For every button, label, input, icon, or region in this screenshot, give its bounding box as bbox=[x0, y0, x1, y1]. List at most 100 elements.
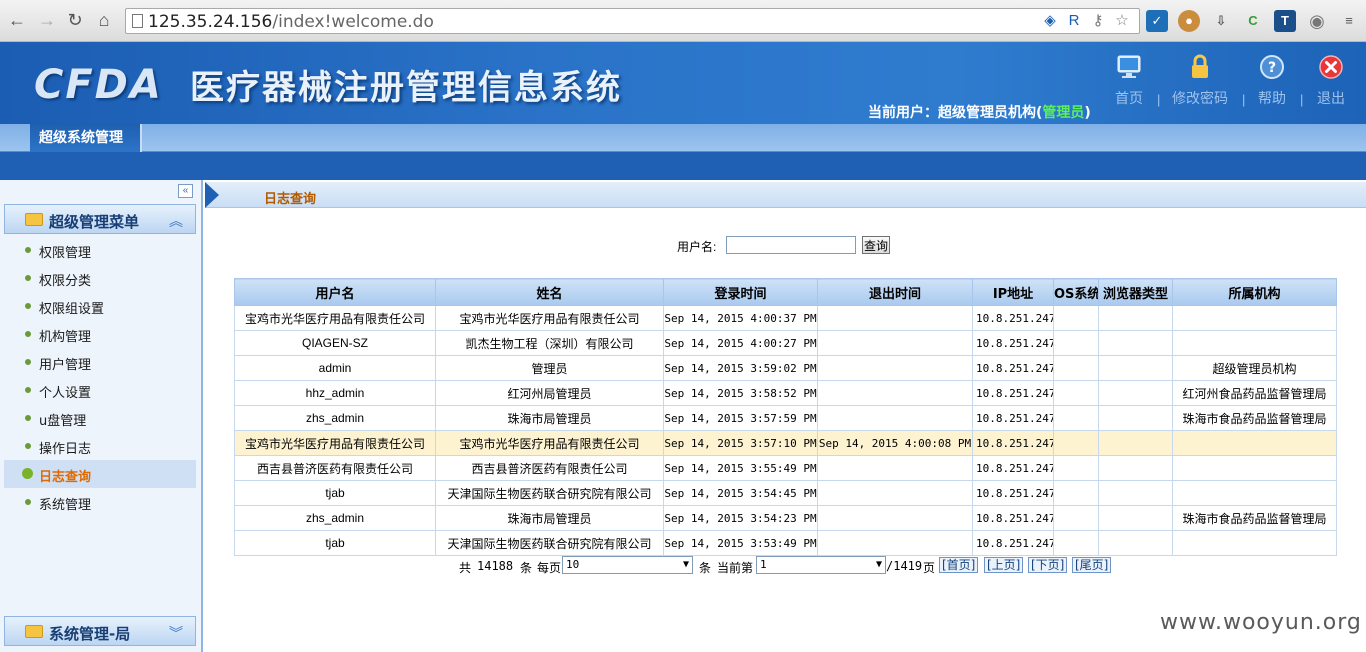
table-cell: 珠海市食品药品监督管理局 bbox=[1172, 405, 1337, 431]
menu-header-system-bureau[interactable]: 系统管理-局 ︾ bbox=[4, 616, 196, 646]
sidebar-item-permission-group[interactable]: 权限组设置 bbox=[4, 292, 196, 320]
table-row[interactable]: hhz_admin 红河州局管理员 Sep 14, 2015 3:58:52 PM 1… bbox=[234, 380, 1337, 406]
table-cell: Sep 14, 2015 3:59:02 PM bbox=[663, 355, 818, 381]
change-password-link[interactable]: 修改密码 bbox=[1166, 54, 1234, 108]
table-cell: Sep 14, 2015 3:54:23 PM bbox=[663, 505, 818, 531]
extension-check-icon[interactable]: ✓ bbox=[1146, 10, 1168, 32]
table-row[interactable]: tjab 天津国际生物医药联合研究院有限公司 Sep 14, 2015 3:53:4… bbox=[234, 530, 1337, 556]
next-page-button[interactable]: [下页] bbox=[1028, 557, 1068, 573]
menu-circle-icon[interactable]: ◉ bbox=[1306, 10, 1328, 32]
prev-page-button[interactable]: [上页] bbox=[984, 557, 1024, 573]
watermark: www.wooyun.org bbox=[1160, 610, 1362, 635]
table-cell bbox=[1098, 380, 1173, 406]
back-arrow-icon[interactable]: ← bbox=[6, 9, 28, 31]
r-extension-icon[interactable]: R bbox=[1065, 12, 1083, 30]
download-icon[interactable]: ⇩ bbox=[1210, 10, 1232, 32]
column-header[interactable]: OS系统 bbox=[1053, 278, 1099, 306]
per-page-select[interactable]: 10 ▼ bbox=[562, 556, 693, 574]
table-cell bbox=[1053, 480, 1099, 506]
column-header[interactable]: 退出时间 bbox=[817, 278, 973, 306]
table-cell bbox=[1172, 430, 1337, 456]
page-total: /1419 bbox=[886, 559, 923, 573]
tab-super-system-admin[interactable]: 超级系统管理 bbox=[30, 124, 142, 152]
table-cell: 10.8.251.247 bbox=[972, 430, 1054, 456]
table-row[interactable]: zhs_admin 珠海市局管理员 Sep 14, 2015 3:54:23 PM 1… bbox=[234, 505, 1337, 531]
column-header[interactable]: IP地址 bbox=[972, 278, 1054, 306]
sidebar-item-usb-management[interactable]: u盘管理 bbox=[4, 404, 196, 432]
table-cell bbox=[1098, 455, 1173, 481]
table-cell: Sep 14, 2015 4:00:37 PM bbox=[663, 305, 818, 331]
cookie-icon[interactable]: ● bbox=[1178, 10, 1200, 32]
sidebar-item-user-management[interactable]: 用户管理 bbox=[4, 348, 196, 376]
chevron-up-icon: ︽ bbox=[169, 213, 183, 229]
table-row[interactable]: admin 管理员 Sep 14, 2015 3:59:02 PM 10.8.251.… bbox=[234, 355, 1337, 381]
sidebar-item-operation-log[interactable]: 操作日志 bbox=[4, 432, 196, 460]
table-cell: 10.8.251.247 bbox=[972, 380, 1054, 406]
sidebar-item-permission-category[interactable]: 权限分类 bbox=[4, 264, 196, 292]
shield-icon[interactable]: ◈ bbox=[1041, 12, 1059, 30]
table-cell bbox=[1172, 330, 1337, 356]
table-cell: 珠海市局管理员 bbox=[435, 405, 664, 431]
last-page-button[interactable]: [尾页] bbox=[1072, 557, 1112, 573]
table-cell: hhz_admin bbox=[234, 380, 436, 406]
bullet-icon bbox=[25, 275, 31, 281]
column-header[interactable]: 浏览器类型 bbox=[1098, 278, 1173, 306]
folder-icon bbox=[25, 213, 43, 226]
current-page-select[interactable]: 1 ▼ bbox=[756, 556, 886, 574]
sidebar-item-system-management[interactable]: 系统管理 bbox=[4, 488, 196, 516]
table-row[interactable]: 宝鸡市光华医疗用品有限责任公司 宝鸡市光华医疗用品有限责任公司 Sep 14, 20… bbox=[234, 305, 1337, 331]
column-header[interactable]: 登录时间 bbox=[663, 278, 818, 306]
table-cell bbox=[817, 505, 973, 531]
dropdown-arrow-icon: ▼ bbox=[875, 559, 882, 570]
tab-strip: 超级系统管理 bbox=[0, 124, 1366, 152]
table-cell bbox=[1053, 530, 1099, 556]
collapse-sidebar-button[interactable]: « bbox=[178, 184, 193, 198]
table-cell: Sep 14, 2015 4:00:27 PM bbox=[663, 330, 818, 356]
column-header[interactable]: 所属机构 bbox=[1172, 278, 1337, 306]
address-bar[interactable]: 125.35.24.156/index!welcome.do ◈ R ⚷ ☆ bbox=[125, 8, 1140, 34]
table-cell: admin bbox=[234, 355, 436, 381]
app-header: CFDA 医疗器械注册管理信息系统 当前用户：超级管理员机构(管理员) 首页 |… bbox=[0, 42, 1366, 126]
username-input[interactable] bbox=[726, 236, 856, 254]
current-user: 当前用户：超级管理员机构(管理员) bbox=[868, 105, 1091, 121]
menu-header-super-admin[interactable]: 超级管理菜单 ︽ bbox=[4, 204, 196, 234]
table-cell bbox=[1098, 505, 1173, 531]
translate-icon[interactable]: T bbox=[1274, 10, 1296, 32]
column-header[interactable]: 用户名 bbox=[234, 278, 436, 306]
log-table: 用户名 姓名 登录时间 退出时间 IP地址 OS系统 浏览器类型 所属机构 宝鸡… bbox=[234, 278, 1337, 556]
sidebar-item-permission-management[interactable]: 权限管理 bbox=[4, 236, 196, 264]
bullet-icon bbox=[25, 415, 31, 421]
table-cell: zhs_admin bbox=[234, 405, 436, 431]
query-button[interactable]: 查询 bbox=[862, 236, 890, 254]
help-icon: ? bbox=[1260, 55, 1284, 79]
table-cell: tjab bbox=[234, 530, 436, 556]
star-icon[interactable]: ☆ bbox=[1113, 12, 1131, 30]
table-cell bbox=[1053, 505, 1099, 531]
table-row[interactable]: zhs_admin 珠海市局管理员 Sep 14, 2015 3:57:59 PM 1… bbox=[234, 405, 1337, 431]
forward-arrow-icon[interactable]: → bbox=[36, 9, 58, 31]
help-link[interactable]: ? 帮助 bbox=[1248, 54, 1296, 108]
table-row[interactable]: 宝鸡市光华医疗用品有限责任公司 宝鸡市光华医疗用品有限责任公司 Sep 14, 20… bbox=[234, 430, 1337, 456]
first-page-button[interactable]: [首页] bbox=[939, 557, 979, 573]
logout-link[interactable]: 退出 bbox=[1307, 54, 1355, 108]
table-cell: 10.8.251.247 bbox=[972, 405, 1054, 431]
table-cell: 凯杰生物工程（深圳）有限公司 bbox=[435, 330, 664, 356]
table-cell: 珠海市食品药品监督管理局 bbox=[1172, 505, 1337, 531]
table-cell bbox=[1053, 430, 1099, 456]
table-row[interactable]: 西吉县普济医药有限责任公司 西吉县普济医药有限责任公司 Sep 14, 2015 3… bbox=[234, 455, 1337, 481]
reload-icon[interactable]: ↻ bbox=[64, 9, 86, 31]
table-cell bbox=[1172, 305, 1337, 331]
table-cell: Sep 14, 2015 4:00:08 PM bbox=[817, 430, 973, 456]
sidebar-item-org-management[interactable]: 机构管理 bbox=[4, 320, 196, 348]
home-icon[interactable]: ⌂ bbox=[93, 9, 115, 31]
sidebar-item-personal-settings[interactable]: 个人设置 bbox=[4, 376, 196, 404]
c-extension-icon[interactable]: C bbox=[1242, 10, 1264, 32]
column-header[interactable]: 姓名 bbox=[435, 278, 664, 306]
settings-menu-icon[interactable]: ≡ bbox=[1338, 10, 1360, 32]
home-link[interactable]: 首页 bbox=[1105, 54, 1153, 108]
sidebar-item-log-query[interactable]: 日志查询 bbox=[4, 460, 196, 488]
table-row[interactable]: tjab 天津国际生物医药联合研究院有限公司 Sep 14, 2015 3:54:4… bbox=[234, 480, 1337, 506]
table-row[interactable]: QIAGEN-SZ 凯杰生物工程（深圳）有限公司 Sep 14, 2015 4:00… bbox=[234, 330, 1337, 356]
table-header-row: 用户名 姓名 登录时间 退出时间 IP地址 OS系统 浏览器类型 所属机构 bbox=[234, 278, 1337, 306]
key-icon[interactable]: ⚷ bbox=[1089, 12, 1107, 30]
